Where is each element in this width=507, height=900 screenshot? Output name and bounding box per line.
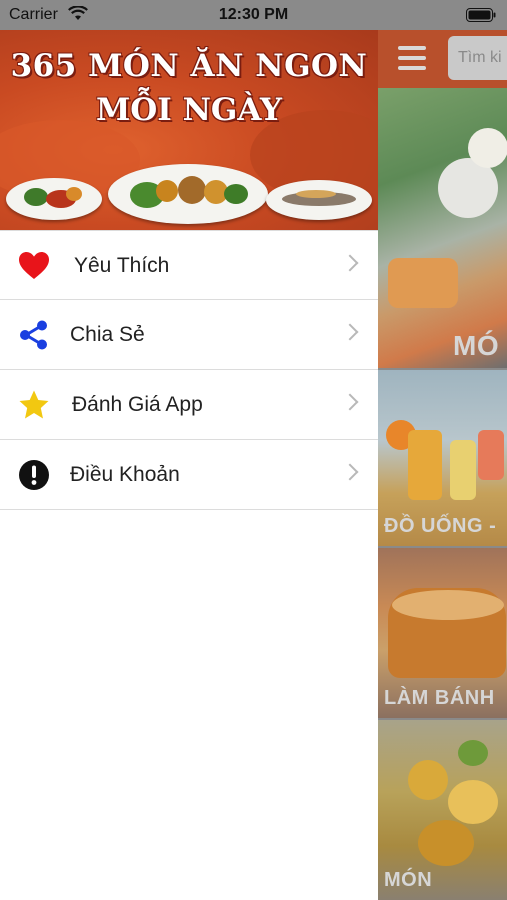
category-tile[interactable]: LÀM BÁNH	[378, 548, 507, 718]
chevron-right-icon	[341, 393, 359, 411]
main-navbar: Tìm ki	[378, 30, 507, 88]
banner-title-line2: MỖI NGÀY	[95, 92, 283, 128]
share-icon	[20, 320, 47, 350]
side-drawer: 365 MÓN ĂN NGON MỖI NGÀY Yêu Thích Chia …	[0, 30, 378, 900]
category-tile[interactable]: MÓN	[378, 720, 507, 900]
banner-title-line1: 365 MÓN ĂN NGON	[10, 48, 368, 84]
menu-item-terms[interactable]: Điều Khoản	[0, 440, 378, 510]
menu-item-label: Chia Sẻ	[70, 323, 145, 346]
category-label: MÓN	[384, 869, 433, 891]
heart-icon	[19, 252, 49, 279]
food-plate-image	[266, 180, 372, 220]
chevron-right-icon	[341, 323, 359, 341]
category-label: MÓ	[453, 330, 500, 361]
category-tile[interactable]: ĐỒ UỐNG -	[378, 370, 507, 546]
star-icon	[19, 390, 49, 419]
info-icon	[19, 460, 49, 490]
clock-label: 12:30 PM	[218, 6, 289, 23]
drawer-menu: Yêu Thích Chia Sẻ Đánh Giá App Điều Khoả…	[0, 230, 378, 510]
menu-item-label: Đánh Giá App	[72, 393, 203, 416]
chevron-right-icon	[341, 463, 359, 481]
search-input[interactable]: Tìm ki	[448, 36, 507, 80]
status-bar: Carrier 12:30 PM	[0, 0, 507, 30]
category-label: LÀM BÁNH	[384, 687, 495, 709]
hamburger-menu-icon[interactable]	[398, 46, 426, 70]
category-label: ĐỒ UỐNG -	[384, 515, 497, 537]
menu-item-rate-app[interactable]: Đánh Giá App	[0, 370, 378, 440]
food-plate-image	[6, 178, 102, 220]
category-tile[interactable]: MÓ	[378, 88, 507, 368]
food-plate-image	[108, 164, 268, 224]
menu-item-share[interactable]: Chia Sẻ	[0, 300, 378, 370]
menu-item-label: Điều Khoản	[70, 463, 180, 486]
battery-icon	[466, 8, 496, 22]
app-banner: 365 MÓN ĂN NGON MỖI NGÀY	[0, 30, 378, 230]
menu-item-favorites[interactable]: Yêu Thích	[0, 230, 378, 300]
menu-item-label: Yêu Thích	[74, 254, 170, 277]
chevron-right-icon	[341, 254, 359, 272]
